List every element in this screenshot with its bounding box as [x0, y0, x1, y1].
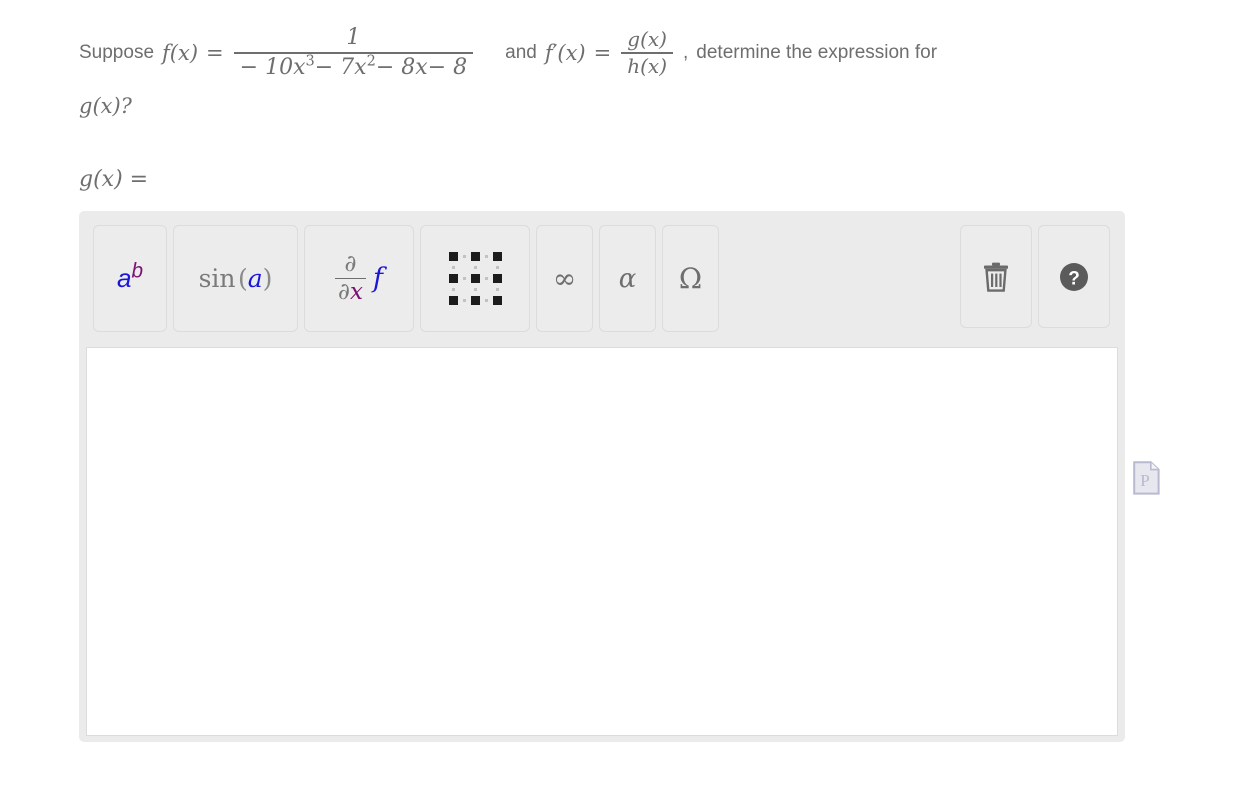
- svg-text:?: ?: [1068, 268, 1080, 289]
- f-prime-label: f′(x): [544, 41, 586, 65]
- comma: ,: [683, 42, 689, 63]
- omega-icon: Ω: [678, 262, 703, 295]
- page-document-icon-glyph: P: [1133, 461, 1160, 495]
- f-prime-denominator: h(x): [627, 53, 667, 78]
- partial-denominator: ∂x: [335, 279, 366, 305]
- matrix-button[interactable]: [420, 225, 530, 332]
- partial-fraction: ∂ ∂x: [335, 251, 366, 305]
- f-numerator: 1: [346, 25, 361, 51]
- page-document-icon[interactable]: P: [1133, 461, 1160, 495]
- partial-variable: x: [349, 279, 363, 306]
- den-coef-3: − 8: [375, 54, 416, 80]
- sin-label: sin: [198, 264, 236, 293]
- den-var-2: x: [354, 54, 367, 80]
- help-question-icon: ?: [1060, 262, 1088, 291]
- partial-derivative-icon: ∂ ∂x f: [335, 251, 383, 305]
- question-lead: Suppose: [79, 42, 155, 63]
- infinity-button[interactable]: ∞: [536, 225, 593, 332]
- conjunction-and: and: [505, 42, 537, 63]
- math-editor-panel: ab sin (a) ∂ ∂x f ∞ α Ω ?: [79, 211, 1125, 742]
- f-prime-numerator: g(x): [627, 26, 667, 51]
- page-icon-letter: P: [1140, 471, 1149, 490]
- question-prompt: Suppose f(x) = 1 − 10x3− 7x2− 8x− 8 and …: [79, 22, 1139, 128]
- den-coef-1: − 10: [239, 54, 294, 80]
- trash-icon: [984, 262, 1008, 292]
- g-of-x-question: g(x)?: [79, 94, 132, 118]
- greek-alpha-button[interactable]: α: [599, 225, 656, 332]
- f-prime-fraction: g(x) h(x): [621, 27, 673, 80]
- question-line-1: Suppose f(x) = 1 − 10x3− 7x2− 8x− 8 and …: [79, 22, 1139, 84]
- f-denominator: − 10x3− 7x2− 8x− 8: [234, 54, 474, 82]
- trig-function-button[interactable]: sin (a): [173, 225, 298, 332]
- function-f-label: f: [372, 263, 383, 294]
- den-power-2: 2: [366, 53, 376, 70]
- greek-omega-button[interactable]: Ω: [662, 225, 719, 332]
- alpha-icon: α: [618, 263, 637, 294]
- partial-derivative-button[interactable]: ∂ ∂x f: [304, 225, 414, 332]
- toolbar-right-group: ?: [960, 225, 1110, 328]
- answer-input[interactable]: [86, 347, 1118, 736]
- close-paren: ): [262, 264, 273, 293]
- open-paren: (: [238, 264, 248, 293]
- a-superscript-b-icon: ab: [116, 260, 143, 294]
- sin-arg: a: [247, 264, 263, 293]
- partial-symbol: ∂: [338, 279, 350, 306]
- den-coef-2: − 7: [314, 54, 355, 80]
- infinity-icon: ∞: [552, 262, 577, 295]
- question-line-2: g(x)?: [79, 86, 1139, 128]
- den-var-1: x: [293, 54, 306, 80]
- exponent-power: b: [131, 259, 144, 283]
- f-fraction: 1 − 10x3− 7x2− 8x− 8: [233, 24, 474, 82]
- exponent-button[interactable]: ab: [93, 225, 167, 332]
- equals-sign: =: [206, 41, 224, 65]
- den-power-1: 3: [305, 53, 315, 70]
- sin-function-icon: sin (a): [199, 264, 273, 293]
- question-tail: determine the expression for: [696, 42, 938, 63]
- clear-button[interactable]: [960, 225, 1032, 328]
- exponent-base: a: [116, 263, 132, 293]
- den-var-3: x: [415, 54, 428, 80]
- matrix-grid-icon: [448, 252, 502, 305]
- answer-label: g(x) =: [79, 167, 149, 192]
- partial-numerator: ∂: [344, 251, 357, 278]
- f-of-x-label: f(x): [162, 41, 199, 65]
- den-coef-4: − 8: [427, 54, 468, 80]
- math-toolbar: ab sin (a) ∂ ∂x f ∞ α Ω ?: [79, 211, 1125, 332]
- help-button[interactable]: ?: [1038, 225, 1110, 328]
- equals-sign-2: =: [593, 41, 612, 65]
